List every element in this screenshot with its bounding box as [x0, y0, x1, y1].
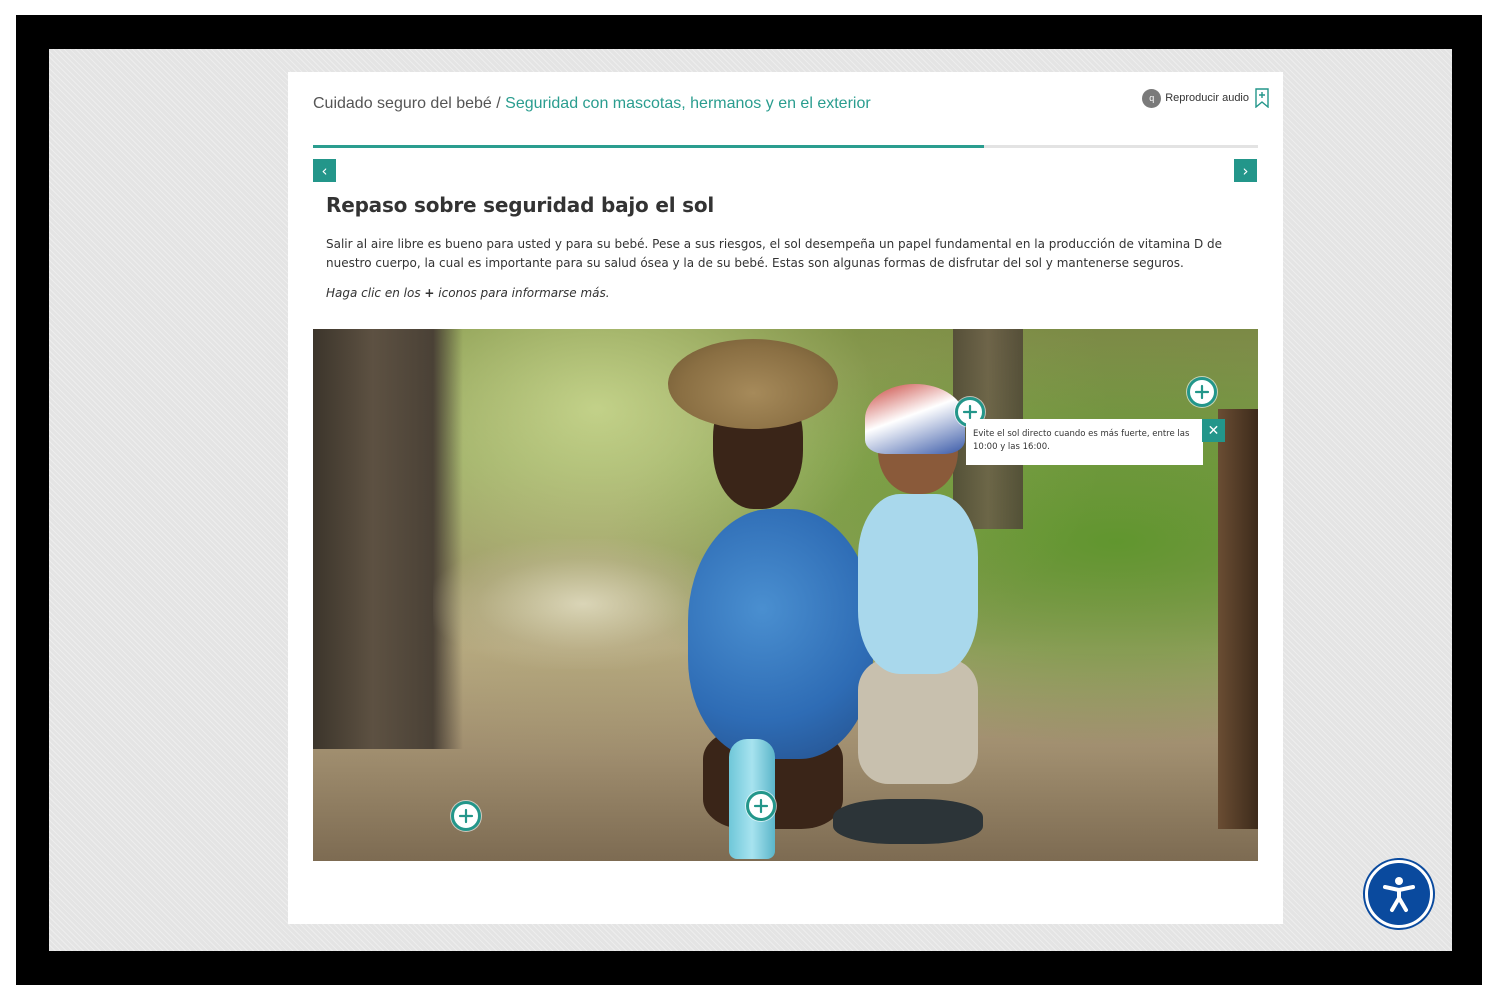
page-title: Repaso sobre seguridad bajo el sol — [326, 193, 715, 217]
hotspot-shade[interactable] — [451, 801, 481, 831]
photo-woman-hat — [668, 339, 838, 429]
breadcrumb-current[interactable]: Seguridad con mascotas, hermanos y en el… — [505, 95, 871, 112]
lesson-card: Cuidado seguro del bebé / Seguridad con … — [288, 72, 1283, 924]
photo-child-shorts — [858, 659, 978, 784]
bookmark-plus-icon[interactable] — [1255, 88, 1269, 108]
plus-icon — [753, 798, 769, 814]
plus-icon — [962, 404, 978, 420]
accessibility-button[interactable] — [1365, 860, 1433, 928]
photo-child-shoes — [833, 799, 983, 844]
hotspot-sunscreen[interactable] — [746, 791, 776, 821]
instruction-plus: + — [424, 286, 435, 300]
progress-bar — [313, 145, 1258, 148]
hotspot-sun[interactable] — [1187, 377, 1217, 407]
breadcrumb-separator: / — [491, 95, 506, 112]
photo-tree-right — [1218, 409, 1258, 829]
instruction-prefix: Haga clic en los — [326, 286, 425, 300]
plus-icon — [1194, 384, 1210, 400]
tooltip-text: Evite el sol directo cuando es más fuert… — [973, 429, 1190, 452]
instruction-suffix: iconos para informarse más. — [434, 286, 610, 300]
breadcrumb: Cuidado seguro del bebé / Seguridad con … — [313, 94, 873, 114]
sun-safety-photo: Evite el sol directo cuando es más fuert… — [313, 329, 1258, 861]
previous-button[interactable]: ‹ — [313, 159, 336, 182]
chevron-left-icon: ‹ — [321, 161, 328, 180]
photo-woman-dress — [688, 509, 873, 759]
photo-child-shirt — [858, 494, 978, 674]
tooltip-close-button[interactable]: ✕ — [1202, 419, 1225, 442]
next-button[interactable]: › — [1234, 159, 1257, 182]
play-audio-button[interactable]: q Reproducir audio — [1142, 88, 1269, 108]
breadcrumb-parent[interactable]: Cuidado seguro del bebé — [313, 95, 492, 112]
audio-label: Reproducir audio — [1165, 92, 1249, 104]
instruction-text: Haga clic en los + iconos para informars… — [326, 286, 610, 300]
intro-paragraph: Salir al aire libre es bueno para usted … — [326, 237, 1223, 270]
plus-icon — [458, 808, 474, 824]
accessibility-icon — [1383, 877, 1415, 912]
close-icon: ✕ — [1207, 422, 1220, 439]
chevron-right-icon: › — [1242, 161, 1249, 180]
hotspot-tooltip: Evite el sol directo cuando es más fuert… — [966, 419, 1203, 465]
progress-fill — [313, 145, 984, 148]
audio-icon: q — [1142, 88, 1162, 108]
photo-child-hat — [865, 384, 965, 454]
